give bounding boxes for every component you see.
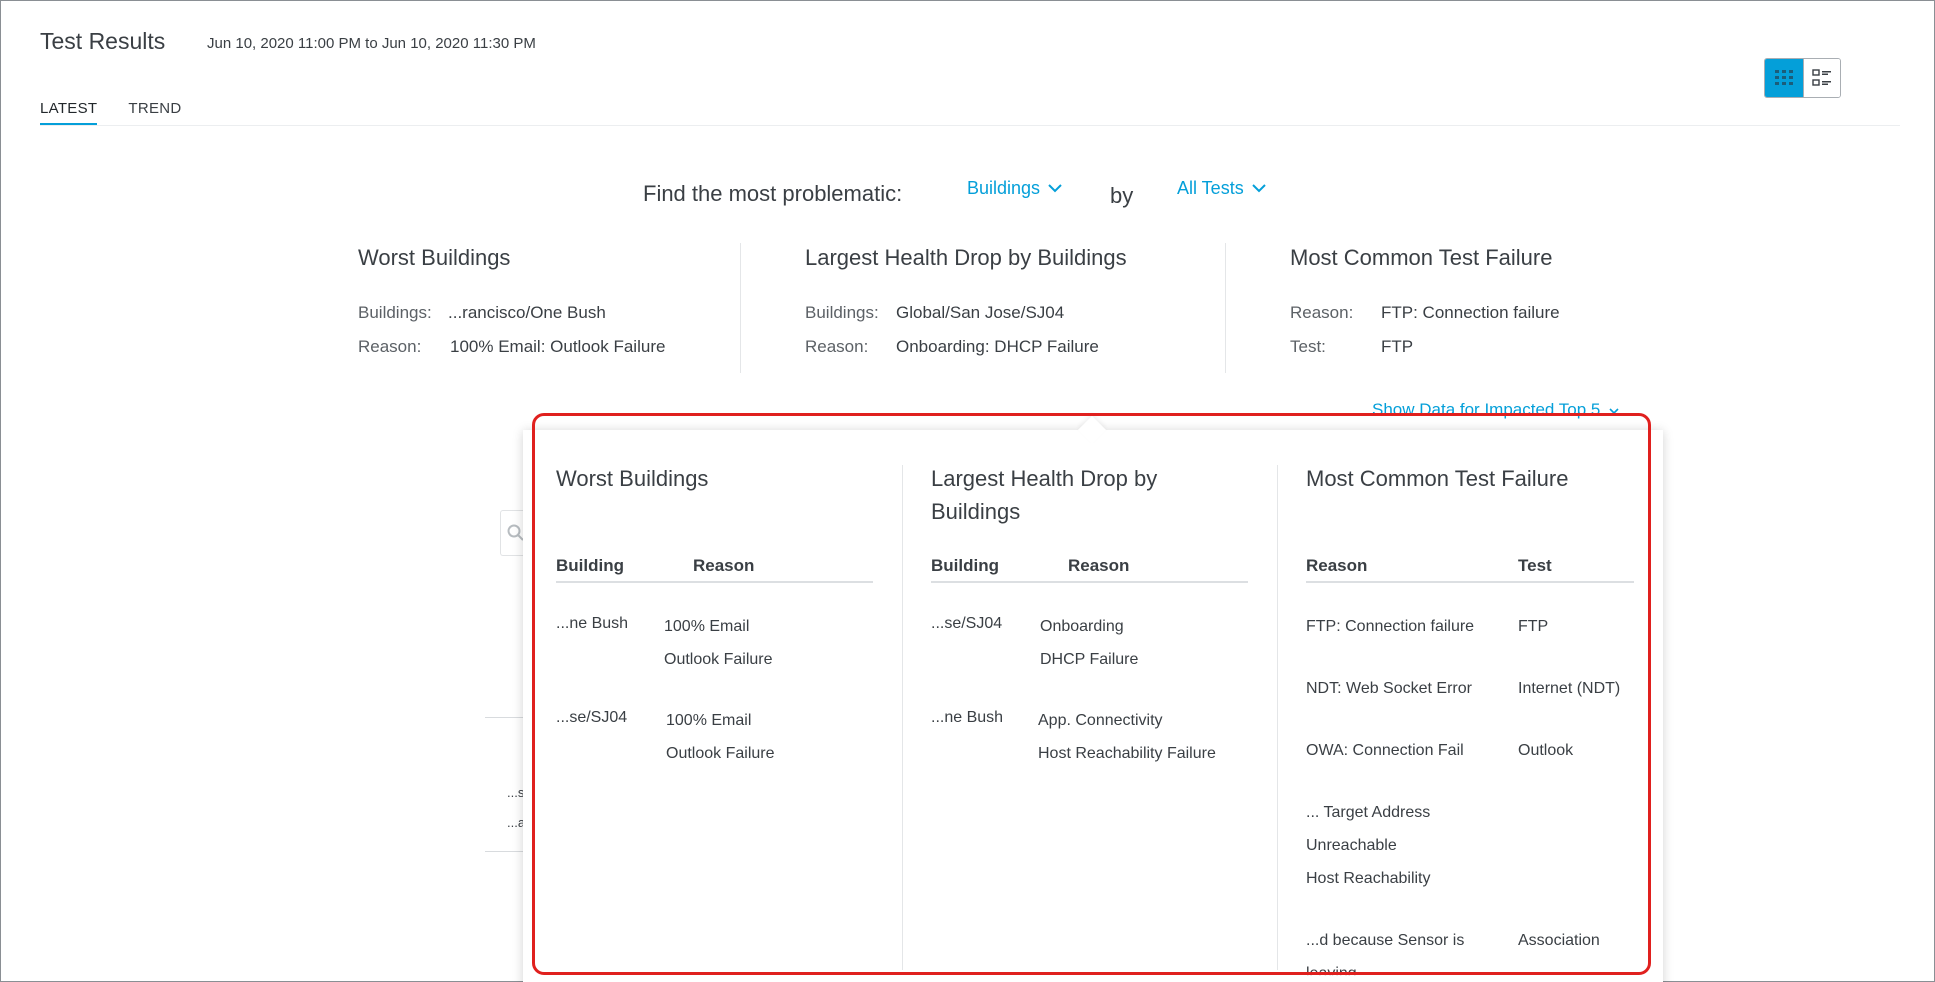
table-cell-test: Internet (NDT) [1518,680,1621,697]
summary-row: Reason: Onboarding: DHCP Failure [805,337,1127,371]
popover-title: Worst Buildings [556,466,709,491]
table-cell-reason: Host Reachability Failure [1038,745,1216,762]
summary-worst-buildings: Worst Buildings Buildings: ...rancisco/O… [358,245,665,371]
impacted-link-label: Show Data for Impacted Top 5 [1372,400,1601,419]
header-underline [931,581,1248,583]
summary-row: Reason: FTP: Connection failure [1290,303,1560,337]
by-label: by [1110,183,1134,208]
table-cell-reason: Unreachable [1306,837,1397,854]
summary-divider [740,243,741,373]
summary-divider [1225,243,1226,373]
table-cell-reason: Onboarding [1040,618,1124,635]
grid-view-icon [1774,70,1793,85]
test-filter-value: All Tests [1177,178,1244,198]
list-view-icon [1812,69,1831,86]
summary-title: Worst Buildings [358,245,511,270]
table-cell-reason: NDT: Web Socket Error [1306,680,1472,697]
popover-common-failure: Most Common Test Failure [1306,462,1626,495]
popover-title: Largest Health Drop by Buildings [931,466,1158,524]
summary-key: Buildings: [805,303,879,322]
summary-value: FTP [1381,337,1414,356]
page-title: Test Results [40,28,166,54]
table-cell-test: Association [1518,932,1600,949]
column-header-reason: Reason [1068,556,1130,575]
table-cell-test: FTP [1518,618,1549,635]
summary-key: Reason: [358,337,422,356]
summary-title: Most Common Test Failure [1290,245,1553,270]
table-cell-reason: DHCP Failure [1040,651,1139,668]
table-cell-reason: ...d because Sensor is [1306,932,1465,949]
popover-worst-buildings: Worst Buildings [556,462,876,495]
summary-key: Reason: [805,337,869,356]
tabs-divider [40,125,1900,126]
chevron-down-icon [1048,184,1062,193]
summary-value: ...rancisco/One Bush [448,303,606,322]
finder-prompt: Find the most problematic: [643,181,903,206]
summary-row: Test: FTP [1290,337,1560,371]
summary-value: FTP: Connection failure [1381,303,1560,322]
summary-value: Global/San Jose/SJ04 [896,303,1065,322]
summary-row: Buildings: ...rancisco/One Bush [358,303,665,337]
grid-view-button[interactable] [1765,59,1803,97]
search-icon [507,524,524,541]
summary-key: Test: [1290,337,1326,356]
popover-column-divider [902,465,903,970]
summary-common-failure: Most Common Test Failure Reason: FTP: Co… [1290,245,1560,371]
popover-column-divider [1277,465,1278,970]
tab-bar: LATEST TREND [40,100,182,126]
column-header-building: Building [931,556,999,575]
table-cell-reason: OWA: Connection Fail [1306,742,1464,759]
column-header-test: Test [1518,556,1552,575]
tab-latest[interactable]: LATEST [40,100,98,126]
chevron-down-icon [1251,184,1266,193]
table-cell-building: ...ne Bush [931,709,1004,726]
summary-row: Reason: 100% Email: Outlook Failure [358,337,665,371]
column-header-reason: Reason [693,556,755,575]
table-cell-reason: Outlook Failure [666,745,775,762]
summary-value: 100% Email: Outlook Failure [450,337,666,356]
table-cell-reason: Host Reachability [1306,870,1431,887]
show-impacted-top5-link[interactable]: Show Data for Impacted Top 5 [1372,400,1619,420]
column-header-reason: Reason [1306,556,1368,575]
summary-key: Buildings: [358,303,432,322]
popover-title: Most Common Test Failure [1306,466,1569,491]
group-by-dropdown[interactable]: Buildings [967,178,1062,199]
list-view-button[interactable] [1802,59,1840,97]
background-row-text: ...s [507,785,525,800]
table-cell-reason: 100% Email [666,712,752,729]
header-underline [556,581,873,583]
summary-title: Largest Health Drop by Buildings [805,245,1127,270]
chevron-down-icon [1609,408,1619,415]
table-cell-building: ...ne Bush [556,615,629,632]
summary-row: Buildings: Global/San Jose/SJ04 [805,303,1127,337]
header-underline [1306,581,1634,583]
table-cell-test: Outlook [1518,742,1574,759]
table-cell-building: ...se/SJ04 [931,615,1003,632]
table-cell-reason: 100% Email [664,618,750,635]
table-cell-reason: ... Target Address [1306,804,1431,821]
table-cell-reason: Outlook Failure [664,651,773,668]
table-cell-reason: App. Connectivity [1038,712,1163,729]
table-cell-reason: FTP: Connection failure [1306,618,1475,635]
tab-trend[interactable]: TREND [128,100,181,126]
view-toggle [1764,58,1841,98]
summary-value: Onboarding: DHCP Failure [896,337,1099,356]
table-cell-building: ...se/SJ04 [556,709,628,726]
summary-key: Reason: [1290,303,1354,322]
summary-health-drop: Largest Health Drop by Buildings Buildin… [805,245,1127,371]
test-filter-dropdown[interactable]: All Tests [1177,178,1266,199]
group-by-value: Buildings [967,178,1041,198]
column-header-building: Building [556,556,624,575]
date-range: Jun 10, 2020 11:00 PM to Jun 10, 2020 11… [207,35,536,52]
popover-health-drop: Largest Health Drop by Buildings [931,462,1221,528]
